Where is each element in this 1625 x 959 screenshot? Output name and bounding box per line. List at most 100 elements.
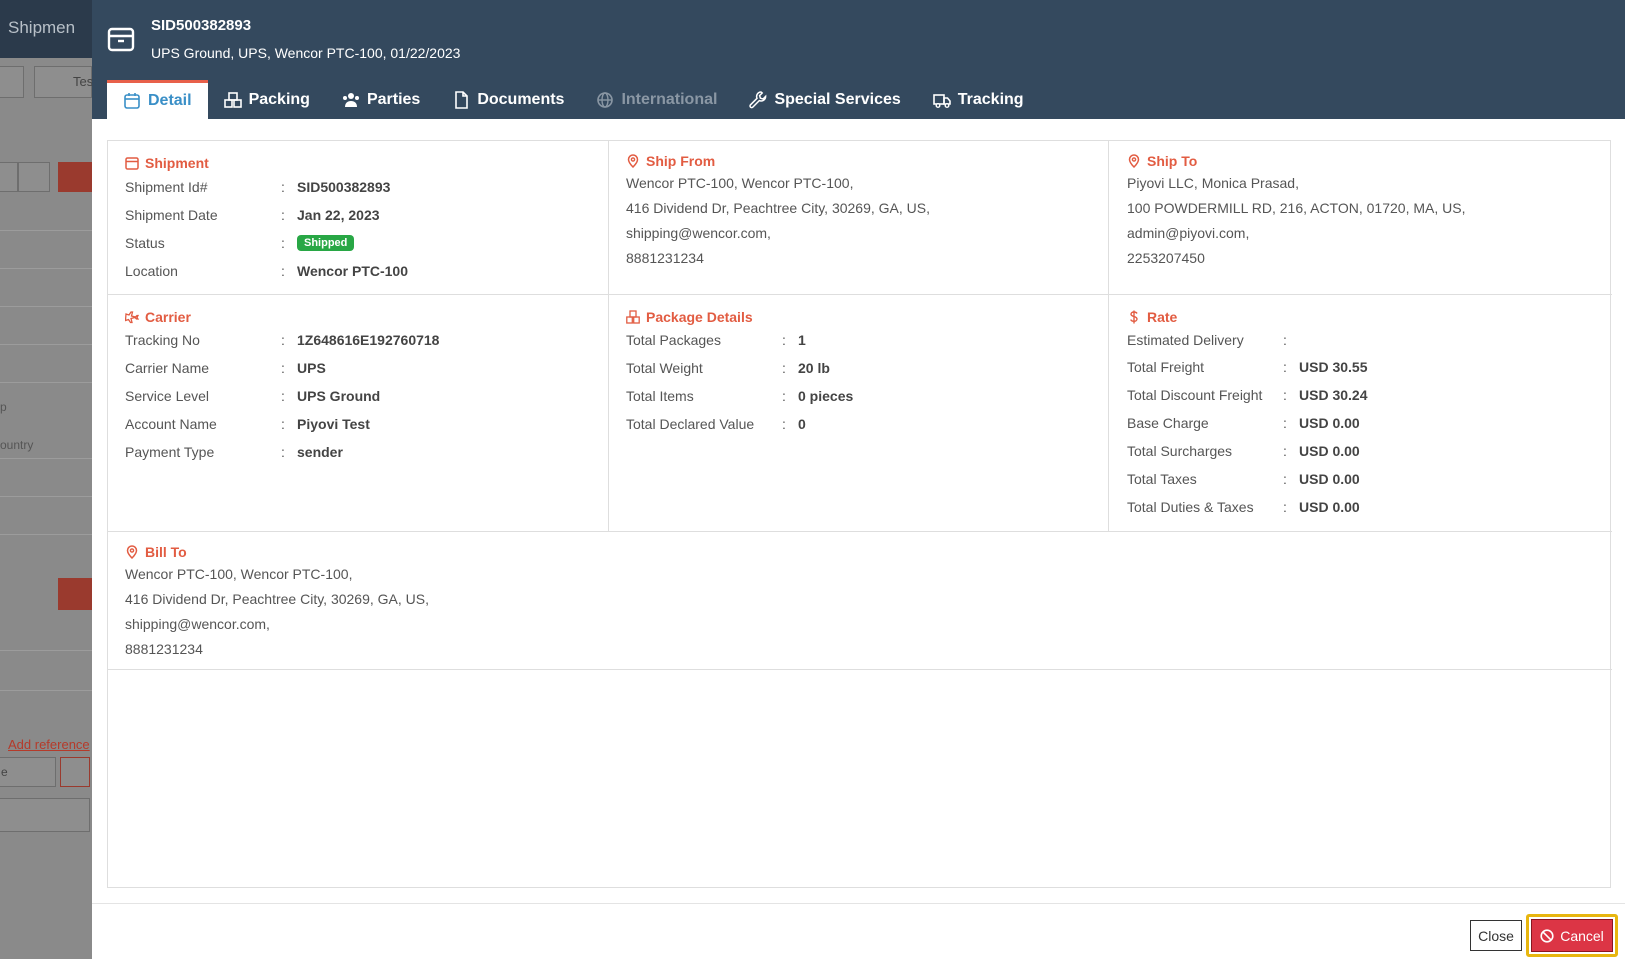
- tab-bar: Detail Packing Parties Documents Interna…: [107, 80, 1040, 119]
- tab-international[interactable]: International: [580, 80, 733, 119]
- ship-from-section: Ship From Wencor PTC-100, Wencor PTC-100…: [609, 141, 1109, 295]
- modal-header: SID500382893 UPS Ground, UPS, Wencor PTC…: [92, 0, 1625, 119]
- background-field: [0, 534, 92, 535]
- bill-to-line: Wencor PTC-100, Wencor PTC-100,: [125, 566, 353, 582]
- field-label: Total Duties & Taxes: [1127, 499, 1254, 515]
- background-field: [0, 230, 92, 231]
- background-field: [0, 306, 92, 307]
- cancel-button-label: Cancel: [1560, 927, 1604, 944]
- total-packages-row: Total Packages : 1: [626, 332, 806, 348]
- background-field: [0, 496, 92, 497]
- section-title-text: Package Details: [646, 309, 753, 325]
- account-name-value: Piyovi Test: [297, 416, 370, 432]
- status-row: Status : Shipped: [125, 235, 355, 251]
- background-check-button[interactable]: [58, 162, 92, 192]
- background-dropdown[interactable]: [0, 66, 24, 98]
- total-discount-freight-value: USD 30.24: [1299, 387, 1368, 403]
- detail-panel: Shipment Shipment Id# : SID500382893 Shi…: [107, 140, 1612, 888]
- tab-packing[interactable]: Packing: [208, 80, 326, 119]
- ship-from-title: Ship From: [626, 153, 715, 169]
- background-delete-button[interactable]: [60, 757, 90, 787]
- ship-from-line: shipping@wencor.com,: [626, 225, 771, 241]
- service-level-row: Service Level : UPS Ground: [125, 388, 381, 404]
- shipment-detail-modal: SID500382893 UPS Ground, UPS, Wencor PTC…: [92, 0, 1625, 959]
- tab-label: Tracking: [957, 90, 1024, 108]
- bill-to-line: 416 Dividend Dr, Peachtree City, 30269, …: [125, 591, 430, 607]
- map-pin-icon: [1128, 154, 1140, 168]
- background-zip-field: p: [0, 400, 7, 414]
- tab-label: International: [621, 90, 718, 108]
- close-button[interactable]: Close: [1470, 920, 1522, 951]
- shipment-section-title: Shipment: [125, 155, 209, 171]
- field-label: Total Surcharges: [1127, 443, 1233, 459]
- boxes-icon: [223, 91, 242, 108]
- tab-parties[interactable]: Parties: [326, 80, 436, 119]
- section-title-text: Carrier: [145, 309, 191, 325]
- truck-icon: [932, 93, 951, 108]
- total-declared-value: 0: [798, 416, 806, 432]
- carrier-title: Carrier: [125, 309, 191, 325]
- background-input[interactable]: [0, 162, 18, 192]
- total-duties-taxes-row: Total Duties & Taxes : USD 0.00: [1127, 499, 1360, 515]
- calendar-icon: [125, 157, 139, 170]
- calendar-icon: [124, 93, 140, 109]
- modal-title: SID500382893: [151, 17, 252, 34]
- tab-detail[interactable]: Detail: [107, 80, 208, 119]
- background-textarea[interactable]: [0, 798, 90, 832]
- total-freight-row: Total Freight : USD 30.55: [1127, 359, 1368, 375]
- plane-icon: [125, 311, 139, 324]
- globe-icon: [597, 91, 614, 108]
- map-pin-icon: [627, 154, 639, 168]
- carrier-name-value: UPS: [297, 360, 326, 376]
- shipment-section: Shipment Shipment Id# : SID500382893 Shi…: [108, 141, 609, 295]
- rate-title: Rate: [1127, 309, 1177, 325]
- tab-special-services[interactable]: Special Services: [733, 80, 916, 119]
- total-packages-value: 1: [798, 332, 806, 348]
- modal-subtitle: UPS Ground, UPS, Wencor PTC-100, 01/22/2…: [151, 45, 461, 61]
- service-level-value: UPS Ground: [297, 388, 381, 404]
- background-field: [0, 344, 92, 345]
- bill-to-section: Bill To Wencor PTC-100, Wencor PTC-100, …: [108, 532, 1612, 670]
- section-title-text: Rate: [1147, 309, 1178, 325]
- account-name-row: Account Name : Piyovi Test: [125, 416, 370, 432]
- footer-divider: [92, 903, 1625, 904]
- background-reference-input[interactable]: e: [0, 757, 56, 787]
- background-tab[interactable]: Tes: [34, 66, 92, 98]
- payment-type-row: Payment Type : sender: [125, 444, 343, 460]
- tab-documents[interactable]: Documents: [436, 80, 580, 119]
- field-label: Estimated Delivery: [1127, 332, 1244, 348]
- cancel-button-highlight: Cancel: [1526, 914, 1618, 957]
- tracking-no-row: Tracking No : 1Z648616E192760718: [125, 332, 440, 348]
- ship-to-line: Piyovi LLC, Monica Prasad,: [1127, 175, 1299, 191]
- tab-label: Documents: [477, 90, 565, 108]
- field-label: Base Charge: [1127, 415, 1209, 431]
- background-header: Shipmen: [0, 0, 92, 58]
- wrench-icon: [749, 90, 767, 108]
- field-label: Total Items: [626, 388, 694, 404]
- bill-to-line: 8881231234: [125, 641, 203, 657]
- map-pin-icon: [126, 545, 138, 559]
- payment-type-value: sender: [297, 444, 343, 460]
- total-freight-value: USD 30.55: [1299, 359, 1368, 375]
- ship-to-line: 100 POWDERMILL RD, 216, ACTON, 01720, MA…: [1127, 200, 1466, 216]
- background-list-button[interactable]: [58, 578, 92, 610]
- field-label: Total Taxes: [1127, 471, 1197, 487]
- ship-to-line: admin@piyovi.com,: [1127, 225, 1250, 241]
- bill-to-title: Bill To: [125, 544, 187, 560]
- ship-to-title: Ship To: [1127, 153, 1197, 169]
- shipment-date-value: Jan 22, 2023: [297, 207, 380, 223]
- background-country-field: ountry: [0, 438, 34, 452]
- background-field: [0, 268, 92, 269]
- location-value: Wencor PTC-100: [297, 263, 408, 279]
- background-add-reference-link[interactable]: Add reference: [8, 737, 90, 752]
- ship-to-line: 2253207450: [1127, 250, 1205, 266]
- bill-to-line: shipping@wencor.com,: [125, 616, 270, 632]
- box-icon: [107, 27, 135, 52]
- tab-tracking[interactable]: Tracking: [917, 80, 1040, 119]
- cancel-button[interactable]: Cancel: [1531, 919, 1613, 952]
- rate-section: Rate Estimated Delivery : Total Freight …: [1109, 295, 1612, 532]
- tab-label: Special Services: [774, 90, 901, 108]
- field-label: Total Packages: [626, 332, 721, 348]
- field-label: Carrier Name: [125, 360, 210, 376]
- background-search-button[interactable]: [18, 162, 50, 192]
